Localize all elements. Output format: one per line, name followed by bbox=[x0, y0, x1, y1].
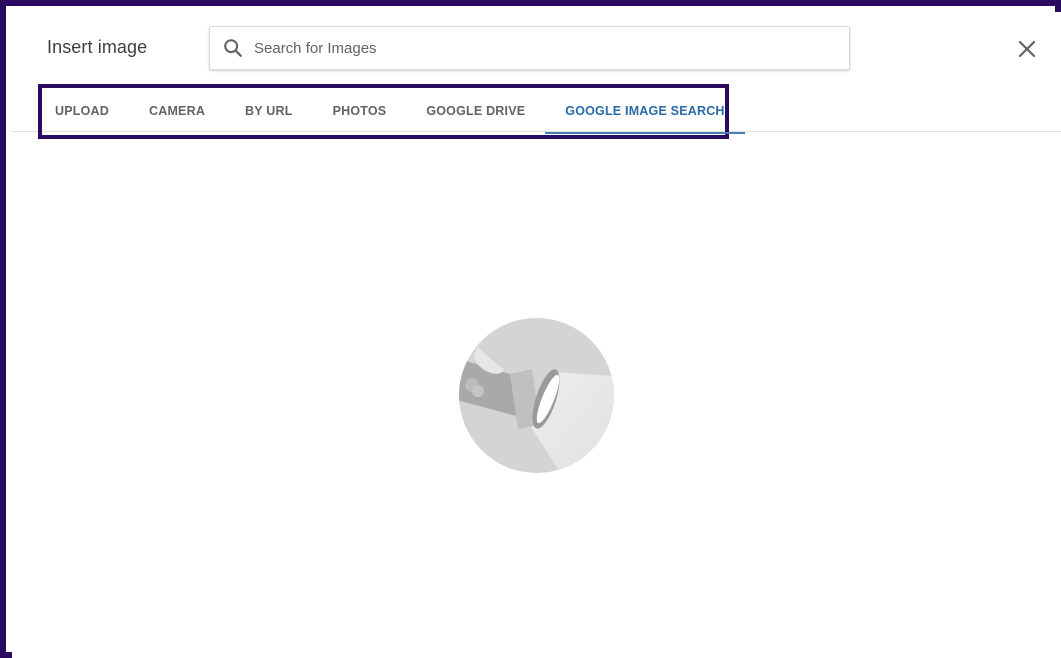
dialog-title: Insert image bbox=[47, 37, 148, 57]
close-icon[interactable] bbox=[1014, 36, 1040, 62]
flashlight-icon bbox=[458, 317, 615, 474]
tab-bar: UPLOAD CAMERA BY URL PHOTOS GOOGLE DRIVE… bbox=[35, 88, 746, 134]
tab-photos[interactable]: PHOTOS bbox=[313, 88, 407, 134]
search-input[interactable] bbox=[254, 27, 834, 69]
tab-by-url[interactable]: BY URL bbox=[225, 88, 313, 134]
search-icon[interactable] bbox=[222, 37, 244, 59]
search-box[interactable] bbox=[209, 26, 850, 70]
tab-google-drive[interactable]: GOOGLE DRIVE bbox=[406, 88, 545, 134]
tab-google-image-search[interactable]: GOOGLE IMAGE SEARCH bbox=[545, 88, 746, 134]
tab-camera[interactable]: CAMERA bbox=[129, 88, 225, 134]
tab-upload[interactable]: UPLOAD bbox=[35, 88, 129, 134]
screenshot-frame: Insert image UPLOAD CAMERA BY URL PHOTOS bbox=[0, 0, 1061, 658]
insert-image-dialog: Insert image UPLOAD CAMERA BY URL PHOTOS bbox=[12, 12, 1061, 658]
